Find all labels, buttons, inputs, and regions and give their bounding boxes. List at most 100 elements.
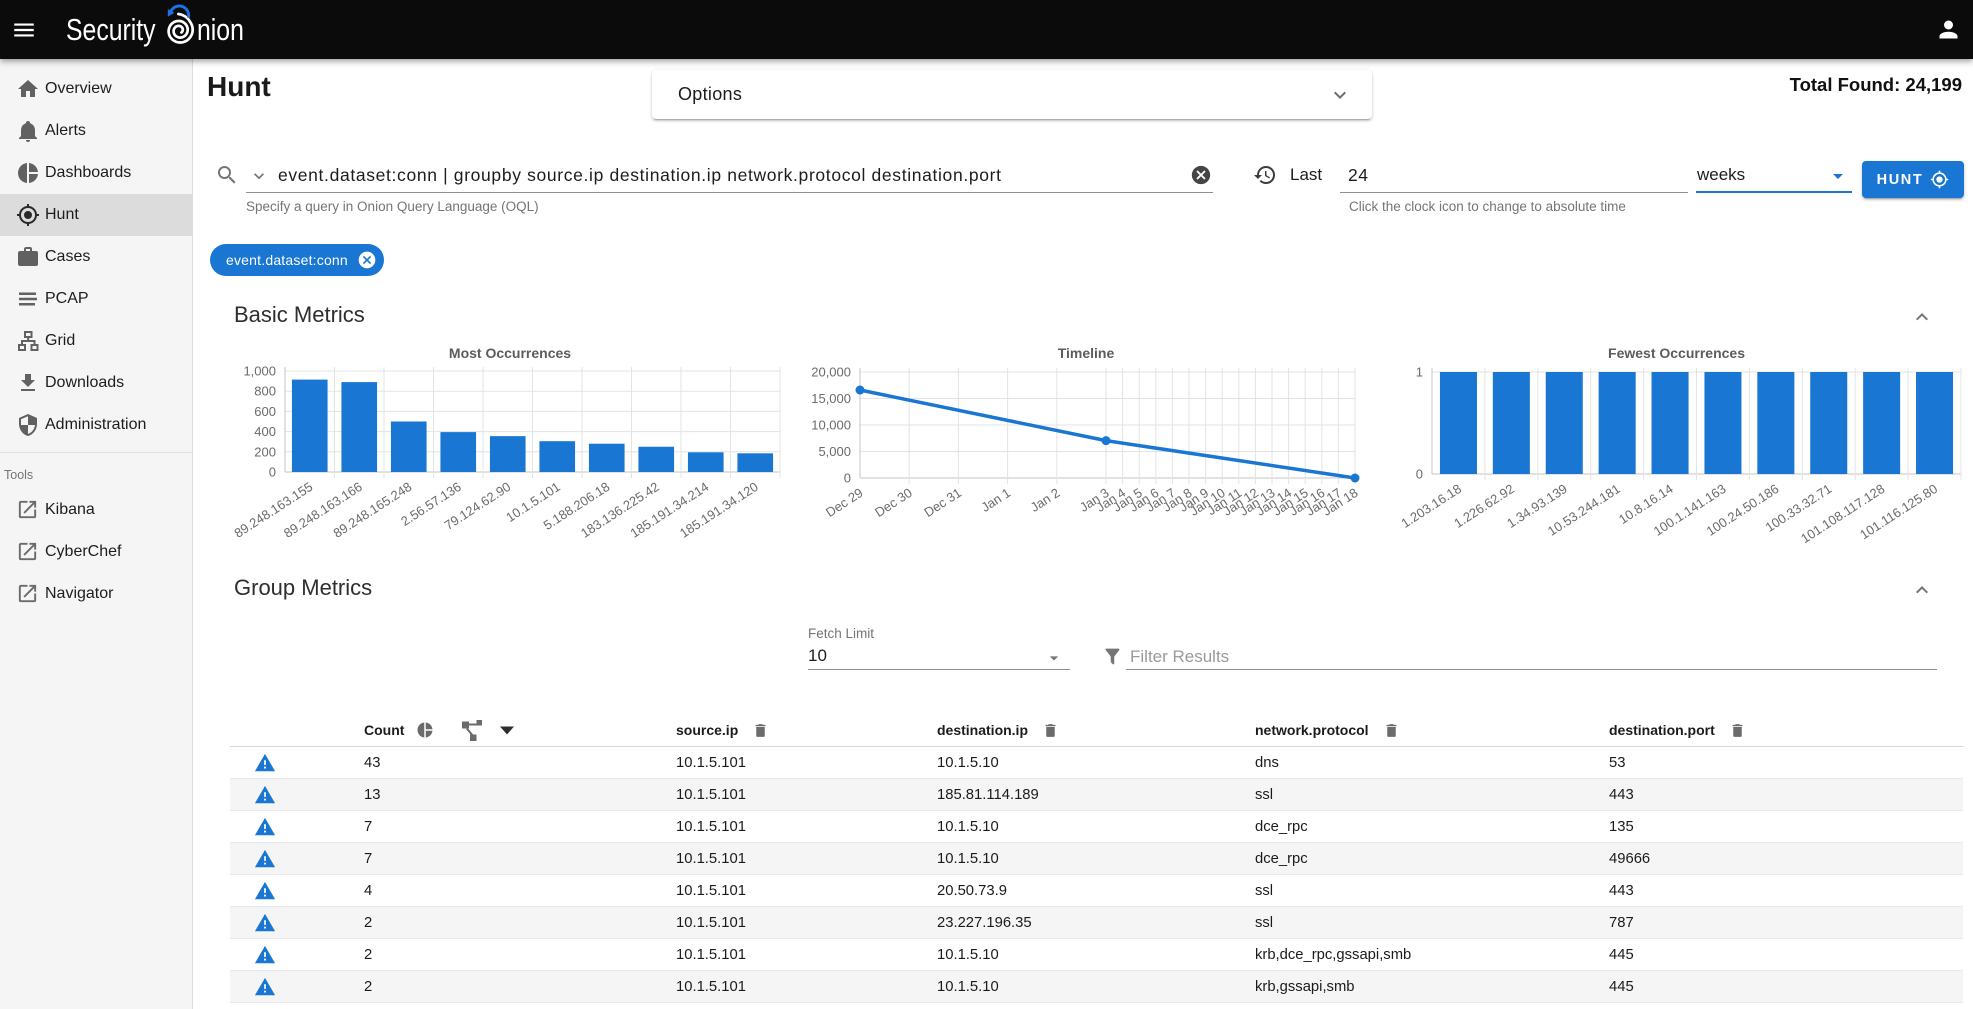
warning-triangle-icon[interactable] bbox=[254, 880, 276, 902]
warning-triangle-icon[interactable] bbox=[254, 944, 276, 966]
history-clock-icon[interactable] bbox=[1253, 163, 1277, 187]
table-row[interactable]: 710.1.5.10110.1.5.10dce_rpc135 bbox=[230, 811, 1963, 843]
sidebar-item-grid[interactable]: Grid bbox=[0, 320, 192, 362]
hunt-button[interactable]: HUNT bbox=[1862, 161, 1964, 198]
warning-triangle-icon[interactable] bbox=[254, 816, 276, 838]
close-circle-icon[interactable] bbox=[1190, 164, 1212, 186]
bar[interactable] bbox=[1916, 372, 1953, 474]
bar[interactable] bbox=[1440, 372, 1477, 474]
account-icon[interactable] bbox=[1935, 16, 1962, 43]
chip-close-icon[interactable] bbox=[357, 250, 377, 270]
data-point[interactable] bbox=[1350, 474, 1359, 483]
bar[interactable] bbox=[688, 452, 724, 472]
chevron-down-icon[interactable] bbox=[1328, 83, 1352, 107]
warning-triangle-icon[interactable] bbox=[254, 848, 276, 870]
bar[interactable] bbox=[440, 432, 476, 472]
bar[interactable] bbox=[1599, 372, 1636, 474]
query-input[interactable] bbox=[278, 163, 1378, 188]
trash-icon[interactable] bbox=[752, 722, 769, 739]
menu-icon[interactable] bbox=[11, 17, 37, 43]
basic-metrics-collapse-icon[interactable] bbox=[1910, 305, 1934, 329]
warning-triangle-icon[interactable] bbox=[254, 880, 276, 902]
sidebar-tool-kibana[interactable]: Kibana bbox=[0, 489, 192, 531]
chevron-up-icon[interactable] bbox=[1910, 305, 1934, 329]
sidebar-item-overview[interactable]: Overview bbox=[0, 68, 192, 110]
group-metrics-collapse-icon[interactable] bbox=[1910, 578, 1934, 602]
trash-icon[interactable] bbox=[1383, 722, 1400, 739]
column-header-network.protocol[interactable]: network.protocol bbox=[1239, 722, 1593, 739]
trash-icon[interactable] bbox=[1729, 722, 1746, 739]
bar[interactable] bbox=[737, 453, 773, 472]
filter-results-input[interactable] bbox=[1130, 645, 1810, 669]
warning-triangle-icon[interactable] bbox=[254, 848, 276, 870]
history-clock-icon[interactable] bbox=[1253, 163, 1277, 187]
pie-chart-icon[interactable] bbox=[416, 721, 434, 739]
bar[interactable] bbox=[1757, 372, 1794, 474]
graph-icon[interactable] bbox=[460, 718, 484, 742]
logo[interactable]: Security nion bbox=[66, 0, 255, 59]
fetch-limit-select[interactable]: 10 bbox=[808, 646, 827, 666]
table-row[interactable]: 710.1.5.10110.1.5.10dce_rpc49666 bbox=[230, 843, 1963, 875]
duration-input[interactable] bbox=[1348, 163, 1678, 188]
column-header-source.ip[interactable]: source.ip bbox=[660, 722, 921, 739]
bar[interactable] bbox=[1863, 372, 1900, 474]
bar[interactable] bbox=[1546, 372, 1583, 474]
trash-icon[interactable] bbox=[1383, 722, 1400, 739]
bar[interactable] bbox=[539, 441, 575, 472]
warning-triangle-icon[interactable] bbox=[254, 976, 276, 998]
trash-icon[interactable] bbox=[1042, 722, 1059, 739]
sidebar-item-alerts[interactable]: Alerts bbox=[0, 110, 192, 152]
chip-close-icon[interactable] bbox=[357, 250, 377, 270]
filter-chip[interactable]: event.dataset:conn bbox=[210, 244, 384, 276]
warning-triangle-icon[interactable] bbox=[254, 976, 276, 998]
pie-chart-icon[interactable] bbox=[416, 721, 434, 739]
column-header-destination.port[interactable]: destination.port bbox=[1593, 722, 1963, 739]
warning-triangle-icon[interactable] bbox=[254, 752, 276, 774]
bar[interactable] bbox=[490, 436, 526, 472]
data-point[interactable] bbox=[856, 386, 865, 395]
table-row[interactable]: 410.1.5.10120.50.73.9ssl443 bbox=[230, 875, 1963, 907]
table-row[interactable]: 1310.1.5.101185.81.114.189ssl443 bbox=[230, 779, 1963, 811]
bar[interactable] bbox=[1704, 372, 1741, 474]
sort-caret-icon[interactable] bbox=[500, 726, 514, 735]
table-row[interactable]: 210.1.5.10123.227.196.35ssl787 bbox=[230, 907, 1963, 939]
warning-triangle-icon[interactable] bbox=[254, 912, 276, 934]
bar[interactable] bbox=[1652, 372, 1689, 474]
options-panel[interactable]: Options bbox=[652, 70, 1372, 119]
chevron-down-icon[interactable] bbox=[249, 166, 269, 186]
bar[interactable] bbox=[391, 422, 427, 473]
warning-triangle-icon[interactable] bbox=[254, 912, 276, 934]
sidebar-item-downloads[interactable]: Downloads bbox=[0, 362, 192, 404]
sidebar-item-cases[interactable]: Cases bbox=[0, 236, 192, 278]
sidebar-tool-cyberchef[interactable]: CyberChef bbox=[0, 531, 192, 573]
sidebar-item-hunt[interactable]: Hunt bbox=[0, 194, 192, 236]
trash-icon[interactable] bbox=[1042, 722, 1059, 739]
table-row[interactable]: 210.1.5.10110.1.5.10krb,gssapi,smb445 bbox=[230, 971, 1963, 1003]
bar[interactable] bbox=[292, 380, 328, 472]
data-point[interactable] bbox=[1102, 436, 1111, 445]
sidebar-tool-navigator[interactable]: Navigator bbox=[0, 573, 192, 615]
chevron-up-icon[interactable] bbox=[1910, 578, 1934, 602]
trash-icon[interactable] bbox=[1729, 722, 1746, 739]
sidebar-item-administration[interactable]: Administration bbox=[0, 404, 192, 446]
hamburger-menu-icon[interactable] bbox=[11, 17, 37, 43]
graph-icon[interactable] bbox=[460, 718, 484, 742]
sort-caret-icon[interactable] bbox=[500, 726, 514, 735]
warning-triangle-icon[interactable] bbox=[254, 944, 276, 966]
column-header-destination.ip[interactable]: destination.ip bbox=[921, 722, 1239, 739]
bar[interactable] bbox=[638, 447, 674, 472]
bar[interactable] bbox=[1810, 372, 1847, 474]
sidebar-item-dashboards[interactable]: Dashboards bbox=[0, 152, 192, 194]
bar[interactable] bbox=[589, 444, 625, 472]
warning-triangle-icon[interactable] bbox=[254, 816, 276, 838]
column-header-count[interactable]: Count bbox=[348, 718, 660, 742]
query-clear-icon[interactable] bbox=[1190, 164, 1212, 186]
query-history-chevron-icon[interactable] bbox=[249, 166, 269, 186]
table-row[interactable]: 210.1.5.10110.1.5.10krb,dce_rpc,gssapi,s… bbox=[230, 939, 1963, 971]
table-row[interactable]: 4310.1.5.10110.1.5.10dns53 bbox=[230, 747, 1963, 779]
warning-triangle-icon[interactable] bbox=[254, 752, 276, 774]
account-person-icon[interactable] bbox=[1935, 16, 1962, 43]
bar[interactable] bbox=[1493, 372, 1530, 474]
sidebar-item-pcap[interactable]: PCAP bbox=[0, 278, 192, 320]
trash-icon[interactable] bbox=[752, 722, 769, 739]
